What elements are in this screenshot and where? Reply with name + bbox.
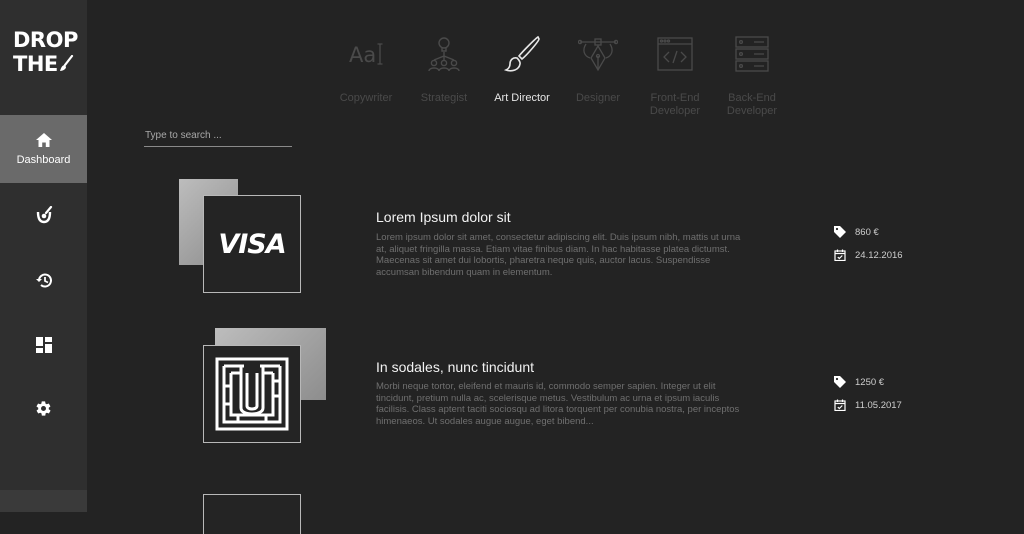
category-copywriter[interactable]: Aa Copywriter (326, 34, 406, 105)
paintbrush-icon (503, 35, 540, 72)
server-icon (735, 36, 769, 72)
sidebar-item-layouts[interactable] (0, 311, 87, 379)
date-value: 11.05.2017 (855, 399, 902, 411)
sidebar-item-art[interactable] (0, 181, 87, 249)
search-input[interactable] (144, 124, 292, 147)
category-label: Art Director (494, 92, 550, 104)
gear-icon (36, 400, 51, 416)
price-value: 860 € (855, 226, 879, 238)
thumbnail[interactable]: VISA (203, 195, 301, 293)
thumbnail[interactable] (203, 494, 301, 534)
item-price: 860 € (834, 226, 879, 238)
item-title[interactable]: In sodales, nunc tincidunt (376, 359, 534, 375)
item-price: 1250 € (834, 376, 884, 388)
logo-line1: DROP (13, 28, 78, 52)
category-label: Front-End Developer (649, 92, 701, 117)
date-value: 24.12.2016 (855, 249, 903, 261)
item-date: 11.05.2017 (834, 399, 902, 411)
category-label: Back-End Developer (726, 92, 778, 117)
sidebar-item-history[interactable] (0, 246, 87, 314)
category-back-end-developer[interactable]: Back-End Developer (712, 34, 792, 118)
sidebar-item-label: Dashboard (16, 153, 71, 166)
maze-logo-icon (215, 357, 289, 431)
item-title[interactable]: Lorem Ipsum dolor sit (376, 209, 511, 225)
price-value: 1250 € (855, 376, 885, 388)
sidebar: DROP THE Dashboard (0, 0, 87, 512)
category-label: Strategist (420, 92, 468, 104)
paintbrush-logo-icon (59, 55, 73, 71)
category-strategist[interactable]: Strategist (404, 34, 484, 105)
item-description: Lorem ipsum dolor sit amet, consectetur … (376, 232, 741, 278)
history-icon (35, 273, 52, 288)
calendar-check-icon (834, 399, 846, 411)
thumbnail[interactable] (203, 345, 301, 443)
visa-logo: VISA (218, 228, 286, 260)
logo-line2: THE (13, 52, 58, 76)
dashboard-grid-icon (35, 337, 52, 353)
sidebar-item-dashboard[interactable]: Dashboard (0, 115, 87, 183)
category-front-end-developer[interactable]: Front-End Developer (635, 34, 715, 118)
category-designer[interactable]: Designer (558, 34, 638, 105)
price-tag-icon (834, 226, 846, 238)
brush-bucket-icon (36, 206, 52, 224)
pen-tool-icon (578, 38, 618, 72)
category-label: Copywriter (339, 92, 393, 104)
price-tag-icon (834, 376, 846, 388)
code-window-icon (657, 37, 693, 71)
sidebar-footer (0, 490, 87, 512)
home-icon (35, 132, 52, 147)
category-art-director[interactable]: Art Director (482, 34, 562, 105)
item-description: Morbi neque tortor, eleifend et mauris i… (376, 381, 740, 427)
svg-text:Aa: Aa (349, 43, 376, 67)
calendar-check-icon (834, 249, 846, 261)
sidebar-item-settings[interactable] (0, 374, 87, 442)
category-label: Designer (575, 92, 621, 104)
strategy-idea-icon (428, 37, 460, 72)
item-date: 24.12.2016 (834, 249, 903, 261)
typography-icon: Aa (349, 43, 383, 67)
logo[interactable]: DROP THE (13, 28, 78, 80)
